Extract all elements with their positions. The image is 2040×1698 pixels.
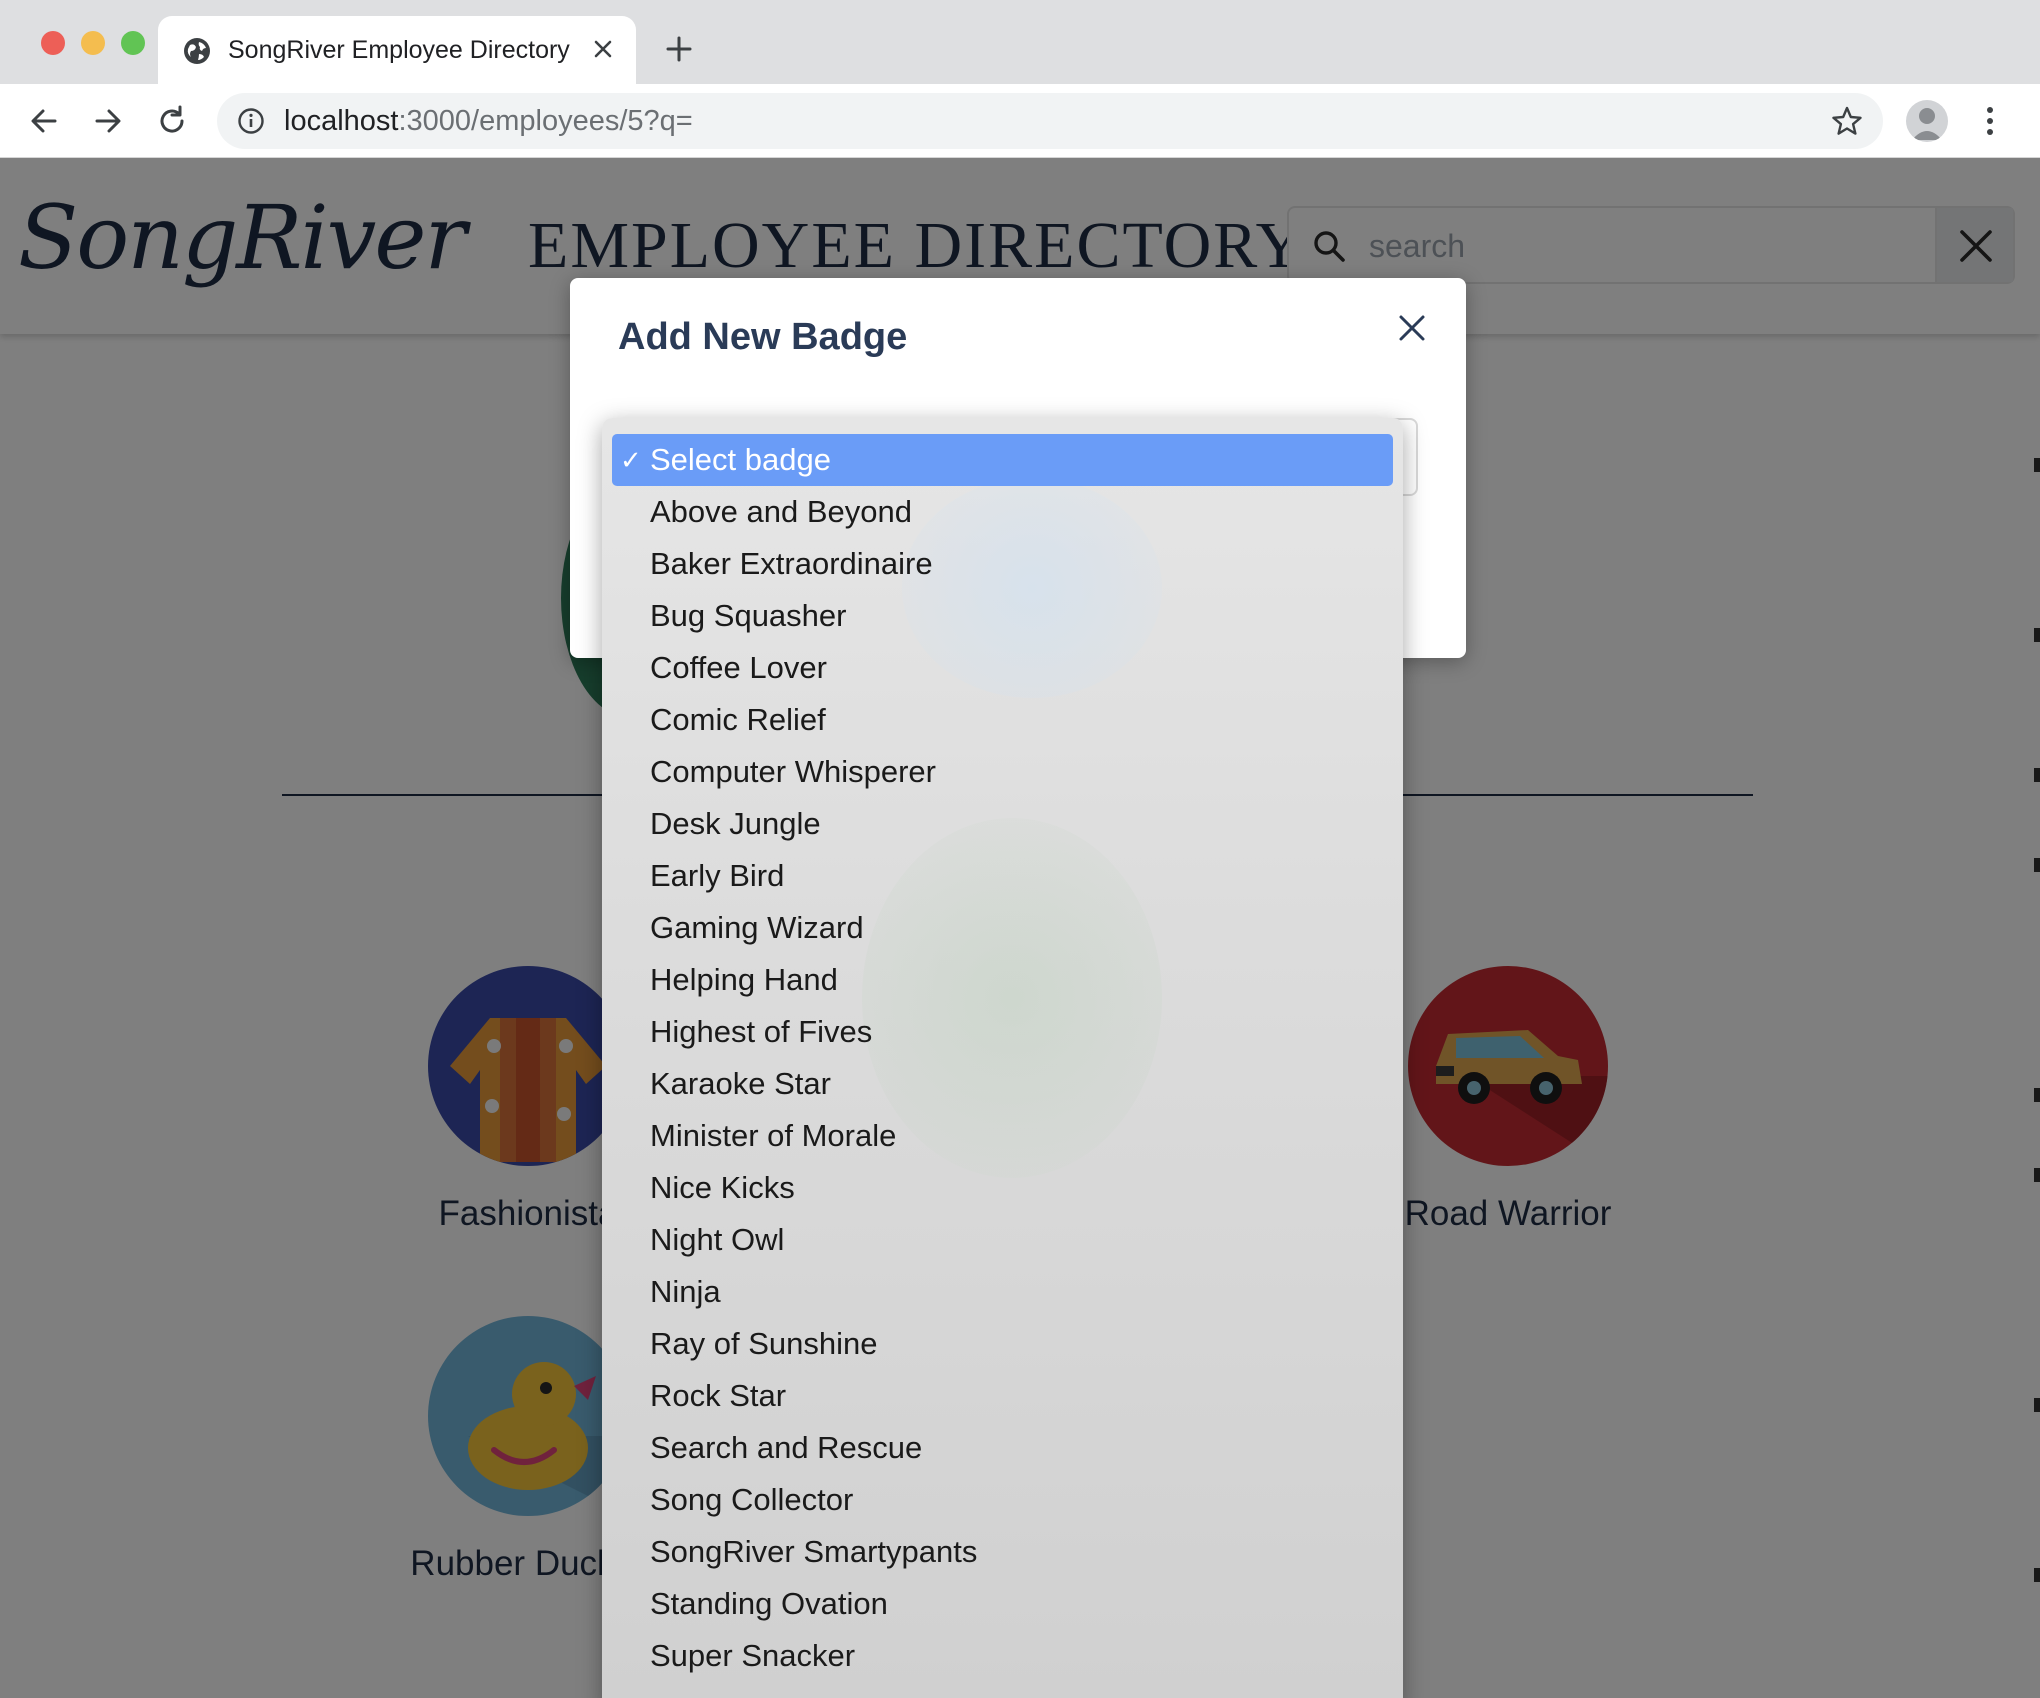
dropdown-option-label: Comic Relief bbox=[650, 702, 826, 737]
dropdown-option-label: Ninja bbox=[650, 1274, 721, 1309]
modal-close-icon[interactable] bbox=[1392, 308, 1432, 348]
dropdown-option[interactable]: Night Owl bbox=[612, 1214, 1393, 1266]
dropdown-option[interactable]: Rock Star bbox=[612, 1370, 1393, 1422]
dropdown-option-label: Super Snacker bbox=[650, 1638, 856, 1673]
dropdown-option-label: Computer Whisperer bbox=[650, 754, 936, 789]
dropdown-option-label: Ray of Sunshine bbox=[650, 1326, 878, 1361]
more-options-icon[interactable] bbox=[1980, 102, 2000, 140]
dropdown-option[interactable]: Helping Hand bbox=[612, 954, 1393, 1006]
url-path: :3000/employees/5?q= bbox=[398, 105, 693, 137]
dropdown-option-label: Helping Hand bbox=[650, 962, 838, 997]
url-host: localhost bbox=[284, 105, 399, 137]
dropdown-option-label: SongRiver Smartypants bbox=[650, 1534, 978, 1569]
tab-title: SongRiver Employee Directory bbox=[228, 36, 570, 64]
dropdown-option[interactable]: Gaming Wizard bbox=[612, 902, 1393, 954]
address-bar[interactable]: localhost:3000/employees/5?q= bbox=[217, 93, 1883, 149]
dropdown-option-label: Desk Jungle bbox=[650, 806, 821, 841]
reload-icon[interactable] bbox=[153, 102, 191, 140]
dropdown-option[interactable]: Song Collector bbox=[612, 1474, 1393, 1526]
checkmark-icon: ✓ bbox=[620, 445, 642, 475]
dropdown-option[interactable]: Ninja bbox=[612, 1266, 1393, 1318]
dropdown-option-label: Above and Beyond bbox=[650, 494, 912, 529]
dropdown-option[interactable]: Search and Rescue bbox=[612, 1422, 1393, 1474]
window-close-button[interactable] bbox=[41, 31, 65, 55]
tab-close-icon[interactable] bbox=[588, 34, 618, 64]
dropdown-option-label: Bug Squasher bbox=[650, 598, 847, 633]
forward-arrow-icon[interactable] bbox=[89, 102, 127, 140]
dropdown-option[interactable]: Computer Whisperer bbox=[612, 746, 1393, 798]
browser-tab[interactable]: SongRiver Employee Directory bbox=[158, 16, 636, 86]
page-content: SongRiver EMPLOYEE DIRECTORY bbox=[0, 158, 2040, 1698]
dropdown-option-label: Minister of Morale bbox=[650, 1118, 897, 1153]
dropdown-option[interactable]: Baker Extraordinaire bbox=[612, 538, 1393, 590]
dropdown-option[interactable]: ✓ Select badge bbox=[612, 434, 1393, 486]
dropdown-option-label: Standing Ovation bbox=[650, 1586, 888, 1621]
info-icon[interactable] bbox=[237, 107, 265, 135]
modal-title: Add New Badge bbox=[618, 316, 908, 358]
profile-avatar-icon[interactable] bbox=[1906, 100, 1948, 142]
dropdown-option[interactable]: SongRiver Smartypants bbox=[612, 1526, 1393, 1578]
dropdown-option-label: Karaoke Star bbox=[650, 1066, 831, 1101]
url-text: localhost:3000/employees/5?q= bbox=[284, 105, 693, 138]
globe-icon bbox=[184, 38, 210, 64]
dropdown-option[interactable]: Early Bird bbox=[612, 850, 1393, 902]
dropdown-option[interactable]: Bug Squasher bbox=[612, 590, 1393, 642]
browser-window: SongRiver Employee Directory localhost:3… bbox=[0, 0, 2040, 1698]
dropdown-option[interactable]: Super Snacker bbox=[612, 1630, 1393, 1682]
badge-dropdown-list[interactable]: ✓ Select badge Above and Beyond Baker Extra… bbox=[602, 418, 1403, 1698]
dropdown-option-label: Song Collector bbox=[650, 1482, 854, 1517]
dropdown-option-label: Nice Kicks bbox=[650, 1170, 795, 1205]
dropdown-option[interactable]: Coffee Lover bbox=[612, 642, 1393, 694]
dropdown-option-label: Gaming Wizard bbox=[650, 910, 864, 945]
dropdown-option[interactable]: Highest of Fives bbox=[612, 1006, 1393, 1058]
dropdown-option-label: Search and Rescue bbox=[650, 1430, 923, 1465]
dropdown-option-label: Rock Star bbox=[650, 1378, 787, 1413]
browser-toolbar: localhost:3000/employees/5?q= bbox=[0, 84, 2040, 158]
dropdown-option-label: Coffee Lover bbox=[650, 650, 827, 685]
dropdown-option[interactable]: Above and Beyond bbox=[612, 486, 1393, 538]
dropdown-option-label: Night Owl bbox=[650, 1222, 785, 1257]
new-tab-icon[interactable] bbox=[664, 34, 694, 64]
dropdown-option[interactable]: Comic Relief bbox=[612, 694, 1393, 746]
dropdown-option-label: Baker Extraordinaire bbox=[650, 546, 933, 581]
window-minimize-button[interactable] bbox=[81, 31, 105, 55]
dropdown-option[interactable]: Minister of Morale bbox=[612, 1110, 1393, 1162]
back-arrow-icon[interactable] bbox=[25, 102, 63, 140]
window-zoom-button[interactable] bbox=[121, 31, 145, 55]
dropdown-option[interactable]: Ray of Sunshine bbox=[612, 1318, 1393, 1370]
dropdown-option-label: Select badge bbox=[650, 442, 831, 477]
dropdown-option-label: Early Bird bbox=[650, 858, 785, 893]
bookmark-star-icon[interactable] bbox=[1831, 105, 1863, 137]
dropdown-option[interactable]: Nice Kicks bbox=[612, 1162, 1393, 1214]
dropdown-option[interactable]: Desk Jungle bbox=[612, 798, 1393, 850]
dropdown-option-label: Highest of Fives bbox=[650, 1014, 873, 1049]
dropdown-option[interactable]: Standing Ovation bbox=[612, 1578, 1393, 1630]
tab-strip: SongRiver Employee Directory bbox=[0, 0, 2040, 86]
dropdown-option[interactable]: Karaoke Star bbox=[612, 1058, 1393, 1110]
